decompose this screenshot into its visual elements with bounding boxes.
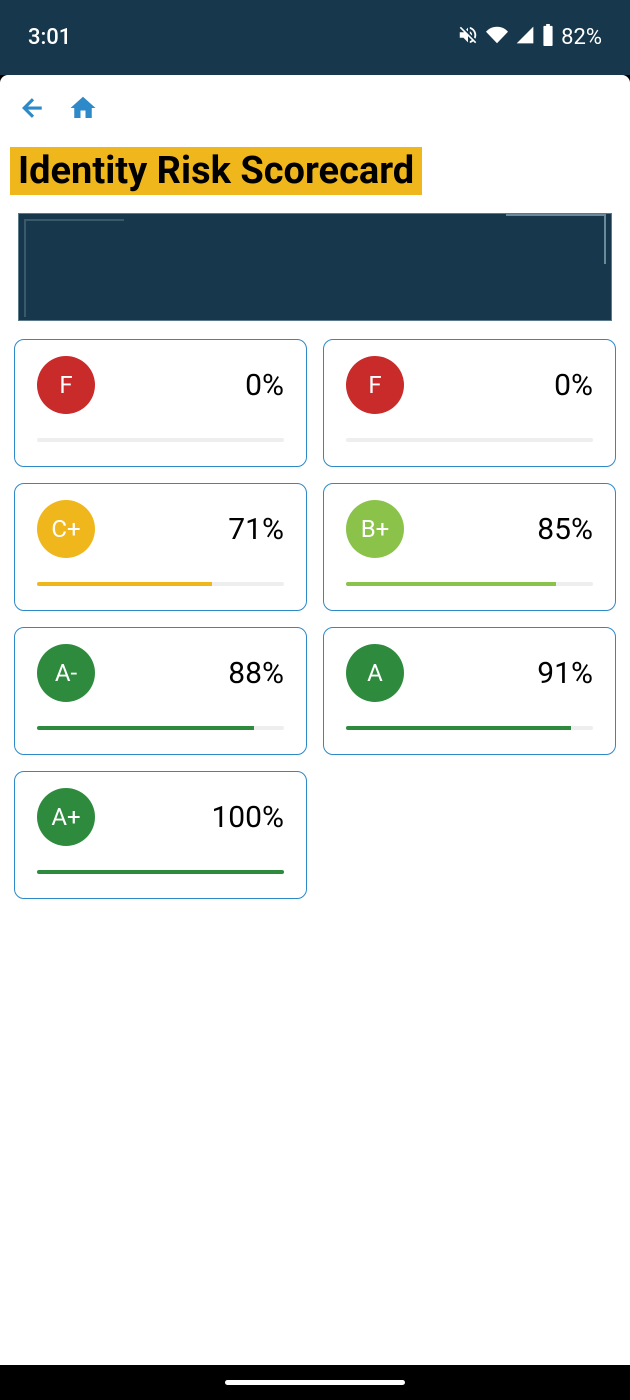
score-percent: 71% [228,512,284,547]
score-card[interactable]: B+ 85% [323,483,616,611]
score-percent: 88% [228,656,284,691]
score-card[interactable]: A- 88% [14,627,307,755]
progress-fill [346,726,571,730]
battery-percent: 82% [561,25,602,50]
banner [18,213,612,321]
score-card[interactable]: C+ 71% [14,483,307,611]
system-nav-bar [0,1365,630,1400]
mute-icon [457,24,479,52]
content-area: Identity Risk Scorecard F 0% F 0% [0,75,630,1365]
progress-bar [346,582,593,586]
grade-badge: B+ [346,500,404,558]
progress-fill [37,870,284,874]
back-icon[interactable] [18,93,48,127]
grade-badge: A+ [37,788,95,846]
status-right: 82% [457,24,602,52]
nav-bar [0,75,630,137]
progress-fill [37,582,212,586]
progress-bar [346,438,593,442]
status-time: 3:01 [28,25,71,50]
home-icon[interactable] [68,93,98,127]
page-title: Identity Risk Scorecard [10,147,422,195]
grade-badge: A- [37,644,95,702]
score-percent: 0% [554,368,593,403]
score-card[interactable]: A 91% [323,627,616,755]
progress-bar [37,870,284,874]
grade-badge: F [346,356,404,414]
progress-fill [37,726,254,730]
score-card[interactable]: F 0% [323,339,616,467]
progress-bar [37,438,284,442]
grade-badge: F [37,356,95,414]
progress-bar [37,582,284,586]
score-percent: 0% [245,368,284,403]
wifi-icon [485,24,509,52]
score-grid: F 0% F 0% C+ 71% [0,339,630,899]
score-card[interactable]: A+ 100% [14,771,307,899]
progress-bar [37,726,284,730]
progress-bar [346,726,593,730]
progress-fill [346,582,556,586]
grade-badge: A [346,644,404,702]
score-card[interactable]: F 0% [14,339,307,467]
score-percent: 85% [537,512,593,547]
home-indicator[interactable] [225,1380,405,1385]
signal-icon [515,25,535,51]
battery-icon [541,24,555,52]
grade-badge: C+ [37,500,95,558]
score-percent: 91% [537,656,593,691]
status-bar: 3:01 82% [0,0,630,75]
score-percent: 100% [211,800,284,835]
